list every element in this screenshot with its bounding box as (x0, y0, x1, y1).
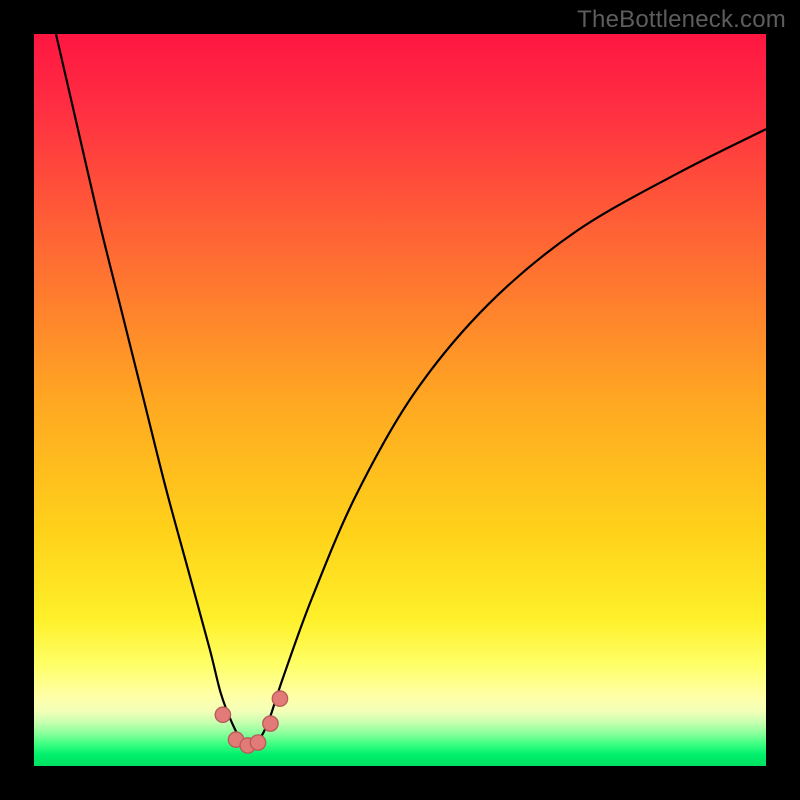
watermark-text: TheBottleneck.com (577, 6, 786, 34)
marker-point (263, 716, 278, 731)
plot-area (34, 34, 766, 766)
highlight-markers (215, 691, 287, 753)
bottleneck-curve (56, 34, 766, 747)
marker-point (272, 691, 287, 706)
chart-frame: TheBottleneck.com (0, 0, 800, 800)
curve-layer (34, 34, 766, 766)
marker-point (250, 735, 265, 750)
marker-point (215, 707, 230, 722)
